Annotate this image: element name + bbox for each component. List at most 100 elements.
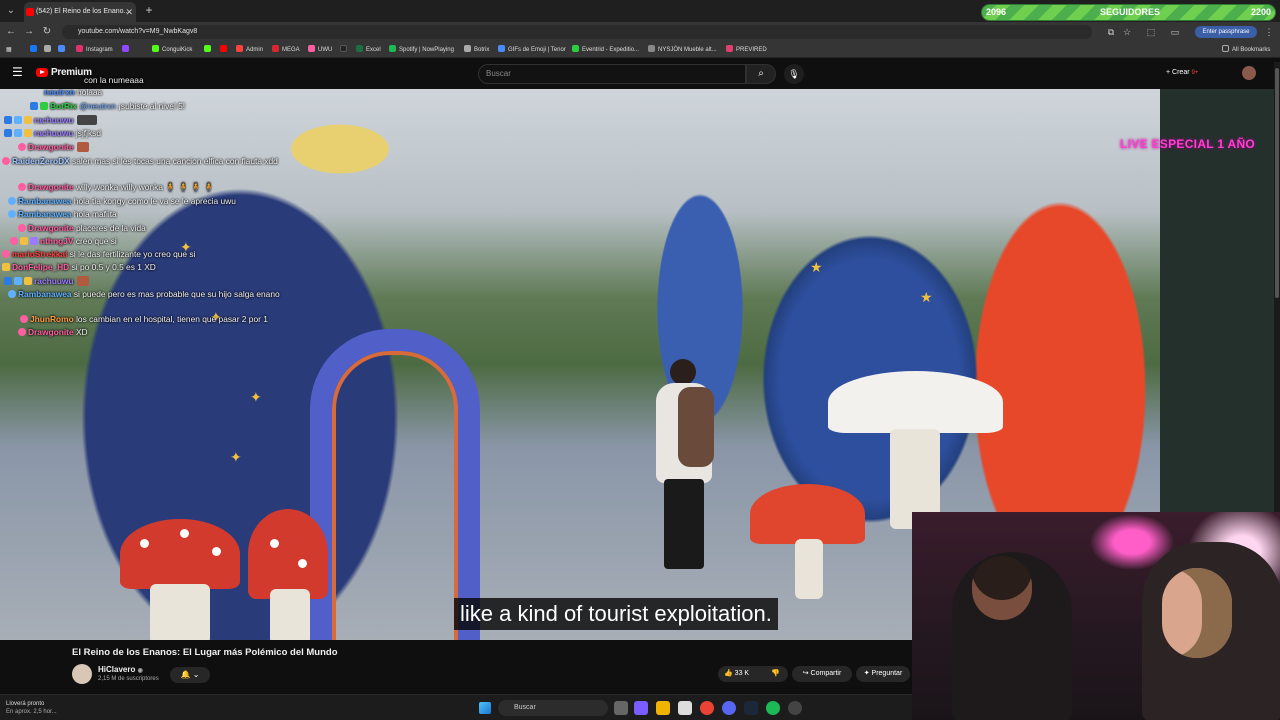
chrome-icon[interactable] bbox=[700, 701, 714, 715]
bookmark-item[interactable]: Botrix bbox=[464, 44, 489, 56]
bookmark-twitch-icon[interactable] bbox=[122, 44, 132, 56]
windows-start-icon[interactable] bbox=[479, 702, 491, 714]
video-title: El Reino de los Enanos: El Lugar más Pol… bbox=[72, 647, 338, 658]
star-decoration: ★ bbox=[810, 259, 823, 275]
tab-list-icon[interactable]: ⌄ bbox=[4, 4, 18, 18]
search-icon: ⌕ bbox=[758, 68, 764, 79]
new-tab-icon[interactable]: + bbox=[142, 2, 156, 18]
bookmark-tiktok-icon[interactable] bbox=[340, 44, 350, 56]
menu-icon[interactable]: ⋮ bbox=[1262, 25, 1276, 39]
bookmark-youtube-icon[interactable] bbox=[220, 44, 230, 56]
bookmark-item[interactable]: MEGA bbox=[272, 44, 300, 56]
chat-message: RaidenZeroDX salen mas si les tocas una … bbox=[2, 155, 302, 168]
chat-message: rachuuwu bbox=[4, 275, 89, 288]
chat-message: neutrxn holaaa bbox=[44, 87, 103, 97]
chat-message: Drawgonite placeres de la vida bbox=[18, 222, 146, 235]
chat-message: marioStrekkal si le das fertilizante yo … bbox=[2, 248, 195, 261]
notification-count: 9+ bbox=[1191, 70, 1199, 76]
close-tab-icon[interactable]: ✕ bbox=[125, 2, 133, 22]
reload-icon[interactable]: ↻ bbox=[40, 25, 54, 39]
bookmark-item[interactable]: NYSJÓN Mueble alt... bbox=[648, 44, 717, 56]
url-field[interactable]: youtube.com/watch?v=M9_NwbKagv8 bbox=[62, 25, 1092, 39]
bookmark-item[interactable]: UWU bbox=[308, 44, 332, 56]
weather-widget[interactable]: Lloverá pronto En aprox. 2,5 hor... bbox=[6, 700, 57, 716]
scrollbar-thumb[interactable] bbox=[1275, 68, 1279, 298]
copilot-icon[interactable] bbox=[634, 701, 648, 715]
bookmark-item[interactable]: Spotify | NowPlaying bbox=[389, 44, 454, 56]
subscriber-count: 2,15 M de suscriptores bbox=[98, 676, 159, 682]
account-avatar[interactable] bbox=[1242, 66, 1256, 80]
share-button[interactable]: ↪ Compartir bbox=[792, 666, 852, 682]
cast-icon[interactable]: ⧉ bbox=[1104, 25, 1118, 39]
mushroom-dot bbox=[298, 559, 307, 568]
dislike-icon[interactable]: 👎 bbox=[771, 666, 780, 682]
follower-current: 2096 bbox=[986, 7, 1007, 17]
chat-message: rachuuwu jsjfjksd bbox=[4, 127, 101, 140]
mushroom-dot bbox=[140, 539, 149, 548]
stream-side-panel bbox=[1160, 89, 1274, 514]
obs-icon[interactable] bbox=[788, 701, 802, 715]
chat-message: Drawgonite XD bbox=[18, 326, 88, 339]
mushroom-orange bbox=[750, 484, 865, 544]
like-dislike-group[interactable]: 👍 33 K 👎 bbox=[718, 666, 788, 682]
taskbar-search[interactable]: Buscar bbox=[498, 700, 608, 716]
mushroom-orange-stem bbox=[795, 539, 823, 599]
voice-search-icon[interactable]: 🎙 bbox=[784, 64, 804, 84]
bookmarks-bar: ▦ Instagram ConguiKick Admin MEGA UWU Ex… bbox=[0, 42, 1280, 58]
bookmark-item[interactable]: Admin bbox=[236, 44, 263, 56]
tab-active[interactable]: (542) El Reino de los Enano... ✕ bbox=[24, 2, 136, 22]
stream-chat-overlay: con la numeaaa neutrxn holaaa BotRix @ne… bbox=[0, 72, 310, 342]
file-explorer-icon[interactable] bbox=[656, 701, 670, 715]
chat-message: nthngJV creo que si bbox=[10, 235, 117, 248]
sparkle-icon: ✦ bbox=[863, 670, 870, 677]
person-carrying-child bbox=[650, 359, 720, 579]
bookmark-item[interactable]: Eventrid - Expeditio... bbox=[572, 44, 639, 56]
bookmark-item[interactable]: PREVIRED bbox=[726, 44, 767, 56]
bell-icon: 🔔 bbox=[180, 670, 191, 679]
bookmark-item[interactable]: Instagram bbox=[76, 44, 113, 56]
discord-icon[interactable] bbox=[722, 701, 736, 715]
like-button[interactable]: 👍 33 K bbox=[724, 666, 749, 682]
star-decoration: ✦ bbox=[250, 389, 262, 405]
chat-message: BotRix @neutrxn ¡subiste al nivel 5! bbox=[30, 100, 185, 113]
all-bookmarks[interactable]: All Bookmarks bbox=[1222, 44, 1270, 56]
apps-icon[interactable]: ▦ bbox=[6, 44, 12, 56]
channel-avatar[interactable] bbox=[72, 664, 92, 684]
bookmark-item[interactable]: Excel bbox=[356, 44, 381, 56]
chat-message: Rambanawea hola tia kongy como le va se … bbox=[8, 195, 236, 208]
back-icon[interactable]: ← bbox=[4, 25, 18, 39]
mushroom-left bbox=[120, 519, 240, 589]
bookmark-item[interactable]: GIFs de Emoji | Tenor bbox=[498, 44, 566, 56]
sidebar-icon[interactable]: ▭ bbox=[1168, 25, 1182, 39]
mushroom-dot bbox=[270, 539, 279, 548]
follower-target: 2200 bbox=[1250, 7, 1271, 17]
tab-title: (542) El Reino de los Enano... bbox=[36, 8, 130, 15]
bookmark-item[interactable]: ConguiKick bbox=[152, 44, 192, 56]
search-input[interactable]: Buscar bbox=[478, 64, 746, 84]
channel-name[interactable]: HiClavero ◉ bbox=[98, 665, 143, 674]
thumb-up-icon: 👍 bbox=[724, 670, 733, 677]
create-button[interactable]: + Crear 9+ bbox=[1166, 66, 1198, 80]
extensions-icon[interactable]: ⬚ bbox=[1144, 25, 1158, 39]
spotify-icon[interactable] bbox=[766, 701, 780, 715]
bookmark-x-icon[interactable] bbox=[44, 44, 54, 56]
ask-button[interactable]: ✦ Preguntar bbox=[856, 666, 910, 682]
store-icon[interactable] bbox=[678, 701, 692, 715]
chat-message: JhunRomo los cambian en el hospital, tie… bbox=[20, 313, 268, 326]
chevron-down-icon: ⌄ bbox=[192, 670, 200, 679]
bookmark-facebook-icon[interactable] bbox=[30, 44, 40, 56]
bookmark-kick-icon[interactable] bbox=[204, 44, 214, 56]
search-button[interactable]: ⌕ bbox=[746, 64, 776, 84]
steam-icon[interactable] bbox=[744, 701, 758, 715]
chat-message: Rambanawea si puede pero es mas probable… bbox=[8, 288, 308, 301]
bookmark-messenger-icon[interactable] bbox=[58, 44, 68, 56]
notifications-bell-button[interactable]: 🔔 ⌄ bbox=[170, 667, 210, 683]
forward-icon[interactable]: → bbox=[22, 25, 36, 39]
passphrase-button[interactable]: Enter passphrase bbox=[1195, 26, 1257, 38]
bookmark-star-icon[interactable]: ☆ bbox=[1120, 25, 1134, 39]
task-view-icon[interactable] bbox=[614, 701, 628, 715]
streamer-right-head bbox=[1162, 568, 1232, 658]
star-decoration: ✦ bbox=[230, 449, 242, 465]
youtube-favicon-icon bbox=[26, 8, 34, 16]
mushroom-left-stem bbox=[150, 584, 210, 640]
